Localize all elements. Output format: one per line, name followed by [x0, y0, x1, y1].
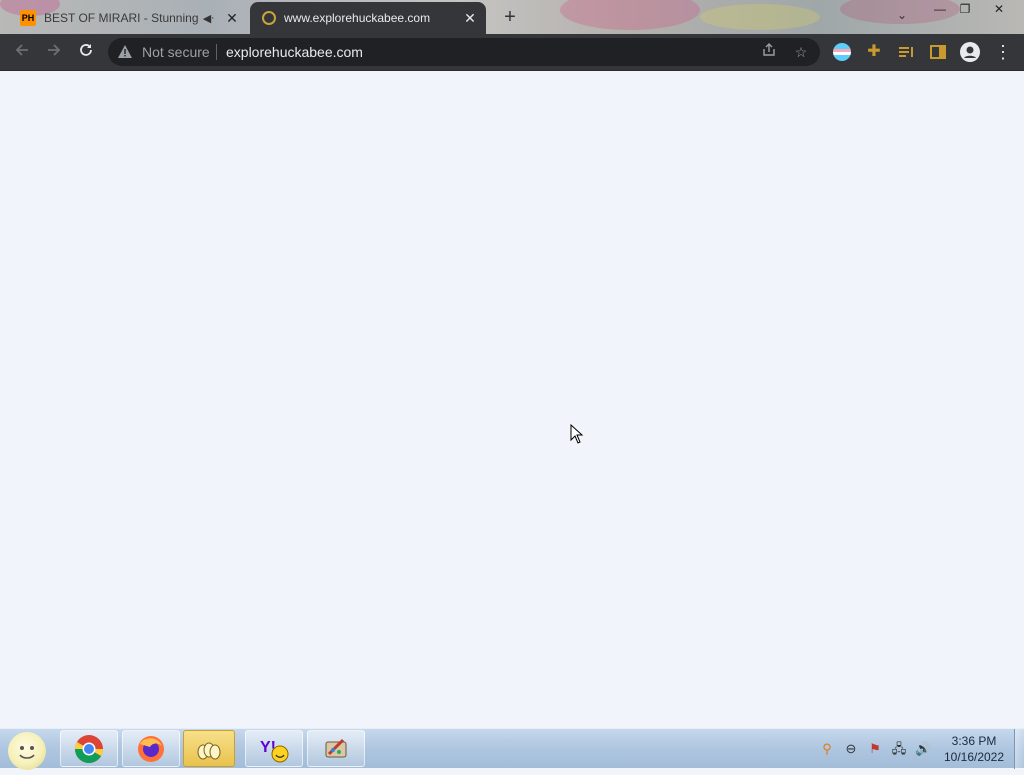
- minus-circle-icon[interactable]: ⊖: [843, 741, 859, 757]
- tab-search-chevron-icon[interactable]: ⌄: [897, 8, 907, 22]
- search-magnifier-icon[interactable]: ⚲: [819, 741, 835, 757]
- flag-error-icon[interactable]: ⚑: [867, 741, 883, 757]
- media-queue-icon[interactable]: [897, 43, 915, 61]
- show-desktop-button[interactable]: [1014, 729, 1024, 769]
- omnibox-divider: [216, 44, 217, 60]
- back-arrow-icon[interactable]: [12, 42, 32, 62]
- minimize-icon[interactable]: —: [926, 2, 954, 16]
- globe-loading-icon: [262, 11, 276, 25]
- bookmark-star-icon[interactable]: ☆: [792, 43, 810, 61]
- menu-kebab-icon[interactable]: ⋮: [994, 40, 1012, 64]
- taskbar-app-yahoo-messenger[interactable]: Y!: [245, 730, 303, 767]
- browser-toolbar: Not secure explorehuckabee.com ☆ ✚ ⋮: [0, 34, 1024, 70]
- new-tab-plus-icon[interactable]: +: [500, 7, 520, 27]
- taskbar-app-firefox[interactable]: [122, 730, 180, 767]
- taskbar: Y! ⚲ ⊖ ⚑ 🖧 🔊 3:36 PM 10/16/2022: [0, 728, 1024, 770]
- speaker-muted-icon[interactable]: ◀ᐧ: [203, 12, 214, 25]
- tab-close-icon[interactable]: ✕: [224, 10, 240, 26]
- paint-icon: [325, 738, 347, 757]
- wallpaper-splash: [700, 4, 820, 30]
- chrome-icon: [75, 734, 103, 763]
- warning-triangle-icon[interactable]: [118, 45, 132, 63]
- share-icon[interactable]: [760, 43, 778, 61]
- tab-explorehuckabee[interactable]: www.explorehuckabee.com ✕: [250, 2, 486, 34]
- restore-icon[interactable]: ❐: [951, 2, 979, 16]
- security-label[interactable]: Not secure: [142, 44, 210, 60]
- taskbar-app-paint[interactable]: [307, 730, 365, 767]
- puzzle-extensions-icon[interactable]: ✚: [865, 43, 883, 61]
- taskbar-app-chrome[interactable]: [60, 730, 118, 767]
- address-bar[interactable]: Not secure explorehuckabee.com ☆: [108, 38, 820, 66]
- url-text[interactable]: explorehuckabee.com: [226, 44, 363, 60]
- reload-icon[interactable]: [76, 42, 96, 62]
- folder-eggs-icon: [197, 742, 221, 759]
- clock-date: 10/16/2022: [943, 750, 1005, 764]
- tab-close-icon[interactable]: ✕: [462, 10, 478, 26]
- profile-avatar-icon[interactable]: [960, 42, 980, 62]
- page-viewport[interactable]: [0, 70, 1024, 728]
- tab-mirari[interactable]: PH BEST OF MIRARI - Stunning ◀ᐧ ✕: [8, 2, 248, 34]
- wallpaper-splash: [560, 0, 700, 30]
- tab-title: BEST OF MIRARI - Stunning: [44, 11, 199, 25]
- forward-arrow-icon[interactable]: [44, 42, 64, 62]
- close-window-icon[interactable]: ✕: [985, 2, 1013, 16]
- side-panel-icon[interactable]: [929, 43, 947, 61]
- mouse-cursor-icon: [570, 424, 584, 444]
- clock-time: 3:36 PM: [951, 734, 997, 748]
- taskbar-app-folder[interactable]: [183, 730, 235, 767]
- extension-icon[interactable]: [833, 43, 851, 61]
- firefox-icon: [138, 735, 164, 762]
- tab-title: www.explorehuckabee.com: [284, 11, 431, 25]
- network-icon[interactable]: 🖧: [891, 741, 907, 757]
- yahoo-messenger-icon: Y!: [260, 739, 289, 762]
- system-clock[interactable]: 3:36 PM 10/16/2022: [938, 733, 1010, 765]
- ph-favicon: PH: [20, 10, 36, 26]
- start-orb-smiley-icon[interactable]: [8, 732, 46, 770]
- volume-icon[interactable]: 🔊: [915, 741, 931, 757]
- title-bar: PH BEST OF MIRARI - Stunning ◀ᐧ ✕ www.ex…: [0, 0, 1024, 34]
